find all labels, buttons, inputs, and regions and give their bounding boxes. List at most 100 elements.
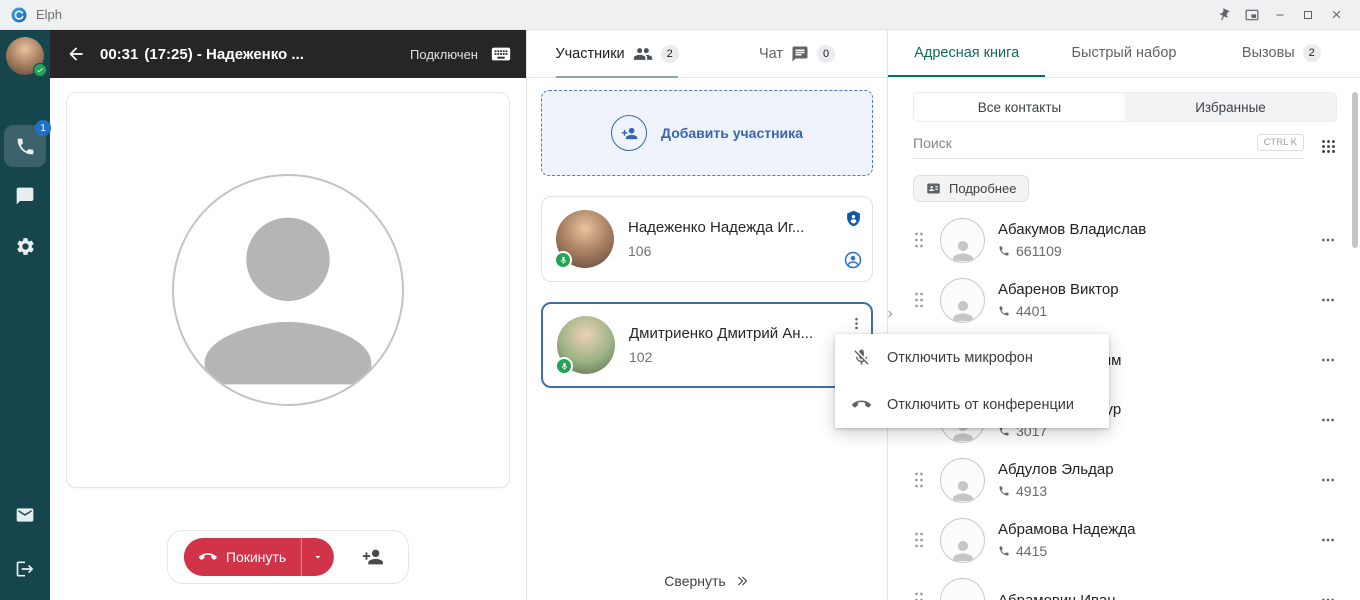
user-avatar[interactable] xyxy=(6,37,44,75)
chat-icon xyxy=(15,186,35,206)
participant-avatar xyxy=(556,210,614,268)
keyboard-icon[interactable] xyxy=(490,43,512,65)
contact-number: 4415 xyxy=(1016,543,1047,559)
ellipsis-icon xyxy=(1320,352,1336,368)
contact-row[interactable]: Абрамова Надежда 4415 xyxy=(888,510,1360,570)
contact-more-button[interactable] xyxy=(1316,468,1340,492)
drag-handle-icon[interactable] xyxy=(914,232,924,248)
person-icon xyxy=(948,536,978,563)
sidebar-item-logout[interactable] xyxy=(4,548,46,590)
contact-more-button[interactable] xyxy=(1316,348,1340,372)
menu-item-label: Отключить микрофон xyxy=(887,350,1033,366)
contact-name: Абрамович Иван xyxy=(998,592,1115,600)
contact-row[interactable]: Абрамович Иван xyxy=(888,570,1360,600)
contact-name: Абаренов Виктор xyxy=(998,281,1119,298)
chevron-right-icon xyxy=(885,307,895,321)
person-icon xyxy=(948,596,978,600)
person-icon xyxy=(948,476,978,503)
add-person-button[interactable] xyxy=(354,538,392,576)
tab-participants[interactable]: Участники 2 xyxy=(527,30,707,77)
menu-item-mute-mic[interactable]: Отключить микрофон xyxy=(835,334,1109,381)
tab-participants-label: Участники xyxy=(555,46,624,62)
tab-chat[interactable]: Чат 0 xyxy=(707,30,887,77)
details-toggle-label: Подробнее xyxy=(949,181,1016,196)
collapse-panel-button[interactable]: Свернуть xyxy=(527,562,887,600)
search-field: CTRL K xyxy=(913,134,1304,159)
call-end-icon xyxy=(199,548,217,566)
participants-count-badge: 2 xyxy=(661,45,679,63)
call-title: 00:31 (17:25) - Надеженко ... xyxy=(100,46,304,63)
call-timer: 00:31 xyxy=(100,46,138,63)
video-area xyxy=(66,92,510,488)
drag-handle-icon[interactable] xyxy=(914,472,924,488)
contact-name: Абдулов Эльдар xyxy=(998,461,1114,478)
leave-call-label: Покинуть xyxy=(226,549,286,565)
app-logo-icon xyxy=(10,6,28,24)
online-check-icon xyxy=(33,63,47,77)
tab-chat-label: Чат xyxy=(759,46,783,62)
contact-number: 4401 xyxy=(1016,303,1047,319)
ellipsis-icon xyxy=(1320,592,1336,600)
close-icon[interactable] xyxy=(1322,3,1350,27)
drag-handle-icon[interactable] xyxy=(914,292,924,308)
contact-row[interactable]: Абакумов Владислав 661109 xyxy=(888,210,1360,270)
ellipsis-icon xyxy=(1320,232,1336,248)
menu-item-disconnect[interactable]: Отключить от конференции xyxy=(835,381,1109,428)
contact-more-button[interactable] xyxy=(1316,288,1340,312)
owner-person-circle-icon[interactable] xyxy=(844,251,862,269)
maximize-icon[interactable] xyxy=(1294,3,1322,27)
sidebar-item-settings[interactable] xyxy=(4,225,46,267)
leave-call-button[interactable]: Покинуть xyxy=(184,538,334,576)
call-panel: 00:31 (17:25) - Надеженко ... Подключен xyxy=(50,30,526,600)
sidebar-item-calls[interactable]: 1 xyxy=(4,125,46,167)
dialpad-icon[interactable] xyxy=(1320,138,1337,155)
sidebar-item-chats[interactable] xyxy=(4,175,46,217)
sidebar-item-voicemail[interactable] xyxy=(4,494,46,536)
filter-favorites[interactable]: Избранные xyxy=(1125,93,1336,121)
tab-address-book[interactable]: Адресная книга xyxy=(888,30,1045,77)
participant-card-selected[interactable]: Дмитриенко Дмитрий Ан... 102 xyxy=(541,302,873,388)
people-icon xyxy=(633,44,653,64)
pip-window-icon[interactable] xyxy=(1238,3,1266,27)
tab-speed-dial-label: Быстрый набор xyxy=(1072,45,1177,61)
contact-more-button[interactable] xyxy=(1316,528,1340,552)
app-window: Elph 1 xyxy=(0,0,1360,600)
scrollbar-thumb[interactable] xyxy=(1352,92,1358,248)
contacts-panel: Адресная книга Быстрый набор Вызовы 2 Вс… xyxy=(888,30,1360,600)
ellipsis-icon xyxy=(1320,472,1336,488)
chat-count-badge: 0 xyxy=(817,45,835,63)
admin-shield-icon xyxy=(845,209,862,228)
back-arrow-icon[interactable] xyxy=(64,42,88,66)
leave-options-chevron-icon[interactable] xyxy=(302,538,334,576)
pin-icon[interactable] xyxy=(1210,3,1238,27)
add-participant-button[interactable]: Добавить участника xyxy=(541,90,873,176)
contact-name: Абакумов Владислав xyxy=(998,221,1146,238)
gear-icon xyxy=(15,236,36,257)
search-input[interactable] xyxy=(913,135,1247,151)
chat-bubble-icon xyxy=(791,45,809,63)
app-sidebar: 1 xyxy=(0,30,50,600)
filter-all-contacts[interactable]: Все контакты xyxy=(914,93,1125,121)
contact-row[interactable]: Абаренов Виктор 4401 xyxy=(888,270,1360,330)
contact-more-button[interactable] xyxy=(1316,228,1340,252)
call-body: Покинуть xyxy=(50,78,526,600)
logout-icon xyxy=(15,559,35,579)
tab-calls[interactable]: Вызовы 2 xyxy=(1203,30,1360,77)
details-toggle-button[interactable]: Подробнее xyxy=(913,175,1029,202)
drag-handle-icon[interactable] xyxy=(914,592,924,600)
tab-speed-dial[interactable]: Быстрый набор xyxy=(1045,30,1202,77)
panel-expand-handle[interactable] xyxy=(882,301,898,327)
phone-icon xyxy=(998,305,1010,317)
contact-more-button[interactable] xyxy=(1316,588,1340,600)
drag-handle-icon[interactable] xyxy=(914,532,924,548)
conference-side-panel: Участники 2 Чат 0 Добавить участника xyxy=(526,30,888,600)
person-silhouette-icon xyxy=(172,176,404,406)
participant-card[interactable]: Надеженко Надежда Иг... 106 xyxy=(541,196,873,282)
contact-avatar xyxy=(940,578,985,600)
phone-icon xyxy=(998,485,1010,497)
contact-more-button[interactable] xyxy=(1316,408,1340,432)
minimize-icon[interactable] xyxy=(1266,3,1294,27)
participant-menu-button[interactable] xyxy=(846,312,867,335)
contact-row[interactable]: Абдулов Эльдар 4913 xyxy=(888,450,1360,510)
contact-avatar xyxy=(940,218,985,263)
